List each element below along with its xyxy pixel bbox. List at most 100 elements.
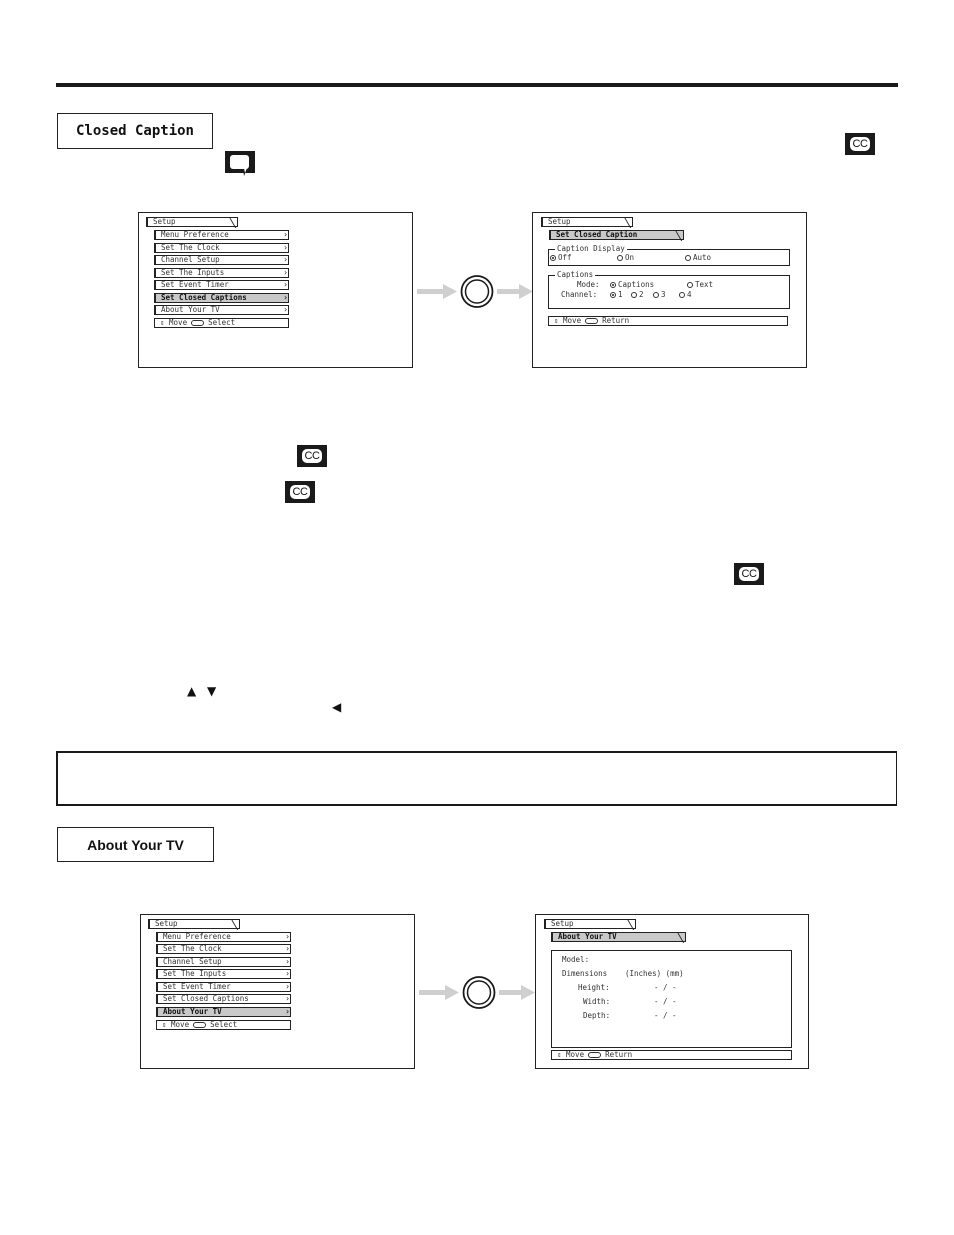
- tab-setup[interactable]: Setup: [544, 919, 636, 929]
- flow-arrow-right: [499, 985, 535, 1000]
- radio-selected-icon: [610, 292, 616, 298]
- menu-item-about-your-tv[interactable]: About Your TV ›: [156, 1007, 291, 1017]
- setup-menu-screen-about: Setup Menu Preference › Set The Clock › Ch…: [140, 914, 415, 1069]
- menu-item-channel-setup[interactable]: Channel Setup ›: [154, 255, 289, 265]
- select-button-icon: [462, 976, 496, 1009]
- chevron-right-icon: ›: [285, 969, 290, 978]
- menu-item-menu-preference[interactable]: Menu Preference ›: [154, 230, 289, 240]
- chevron-right-icon: ›: [283, 243, 288, 252]
- flow-diagram: [419, 976, 535, 1009]
- height-label: Height:: [578, 983, 610, 992]
- chevron-right-icon: ›: [285, 994, 290, 1003]
- hint-bar: ⇕ Move Return: [551, 1050, 792, 1060]
- radio-mode-captions[interactable]: Captions: [610, 280, 654, 289]
- note-box: [56, 751, 897, 806]
- move-arrows-icon: ⇕: [554, 316, 559, 325]
- setup-menu-screen-cc: Setup Menu Preference › Set The Clock › Ch…: [138, 212, 413, 368]
- radio-channel-4[interactable]: 4: [679, 290, 692, 299]
- chevron-right-icon: ›: [283, 293, 288, 302]
- radio-channel-2[interactable]: 2: [631, 290, 644, 299]
- cc-button-icon: CC: [845, 133, 875, 155]
- section-title-about-your-tv: About Your TV: [57, 827, 214, 862]
- move-arrows-icon: ⇕: [557, 1050, 562, 1059]
- chevron-right-icon: ›: [285, 982, 290, 991]
- captions-legend: Captions: [555, 270, 596, 280]
- mode-label: Mode:: [577, 280, 600, 289]
- units-label: (Inches) (mm): [625, 969, 684, 978]
- dimensions-label: Dimensions: [562, 969, 608, 978]
- tab-setup[interactable]: Setup: [148, 919, 240, 929]
- chevron-right-icon: ›: [283, 305, 288, 314]
- section-title-text: Closed Caption: [75, 123, 194, 139]
- select-button-icon: [191, 320, 205, 326]
- cc-button-icon: CC: [734, 563, 764, 585]
- width-label: Width:: [583, 997, 611, 1006]
- model-label: Model:: [562, 955, 590, 964]
- chevron-right-icon: ›: [283, 230, 288, 239]
- depth-label: Depth:: [583, 1011, 611, 1020]
- chevron-right-icon: ›: [285, 932, 290, 941]
- return-button-icon: [588, 1052, 602, 1058]
- section-title-text: About Your TV: [87, 836, 184, 853]
- radio-mode-text[interactable]: Text: [687, 280, 713, 289]
- cc-label: CC: [849, 137, 871, 151]
- menu-item-set-the-inputs[interactable]: Set The Inputs ›: [154, 268, 289, 278]
- chevron-right-icon: ›: [283, 280, 288, 289]
- cc-button-icon: CC: [285, 481, 315, 503]
- radio-empty-icon: [653, 292, 659, 298]
- width-value: - / -: [654, 997, 677, 1006]
- about-info-panel: Model: Dimensions (Inches) (mm) Height: …: [551, 950, 792, 1048]
- captions-group: Captions Mode: Captions Text Channel: 1 …: [548, 270, 790, 309]
- menu-item-menu-preference[interactable]: Menu Preference ›: [156, 932, 291, 942]
- select-button-icon: [460, 275, 494, 308]
- radio-empty-icon: [685, 255, 691, 261]
- section-title-closed-caption: Closed Caption: [57, 113, 213, 149]
- radio-empty-icon: [687, 282, 693, 288]
- flow-arrow-right: [497, 284, 533, 299]
- radio-empty-icon: [679, 292, 685, 298]
- menu-item-set-closed-captions[interactable]: Set Closed Captions ›: [154, 293, 289, 303]
- hint-bar: ⇕ Move Select: [154, 318, 289, 328]
- chevron-right-icon: ›: [285, 944, 290, 953]
- tab-setup[interactable]: Setup: [146, 217, 238, 227]
- flow-arrow-left: [417, 284, 457, 299]
- down-arrow-icon: ▼: [207, 684, 217, 698]
- left-arrow-icon: ◀: [332, 700, 342, 714]
- top-rule: [56, 83, 898, 87]
- chevron-right-icon: ›: [283, 255, 288, 264]
- tab-setup[interactable]: Setup: [541, 217, 633, 227]
- chevron-right-icon: ›: [285, 957, 290, 966]
- radio-channel-1[interactable]: 1: [610, 290, 623, 299]
- hint-bar: ⇕ Move Return: [548, 316, 788, 326]
- menu-item-set-the-clock[interactable]: Set The Clock ›: [154, 243, 289, 253]
- menu-item-set-the-inputs[interactable]: Set The Inputs ›: [156, 969, 291, 979]
- return-button-icon: [585, 318, 599, 324]
- hint-bar: ⇕ Move Select: [156, 1020, 291, 1030]
- menu-item-set-the-clock[interactable]: Set The Clock ›: [156, 944, 291, 954]
- caption-display-group: Caption Display Off On Auto: [548, 244, 790, 266]
- chevron-right-icon: ›: [285, 1007, 290, 1016]
- height-value: - / -: [654, 983, 677, 992]
- radio-auto[interactable]: Auto: [685, 253, 711, 262]
- menu-item-set-event-timer[interactable]: Set Event Timer ›: [154, 280, 289, 290]
- radio-channel-3[interactable]: 3: [653, 290, 666, 299]
- radio-selected-icon: [610, 282, 616, 288]
- chevron-right-icon: ›: [283, 268, 288, 277]
- channel-label: Channel:: [561, 290, 598, 299]
- menu-item-channel-setup[interactable]: Channel Setup ›: [156, 957, 291, 967]
- menu-item-set-event-timer[interactable]: Set Event Timer ›: [156, 982, 291, 992]
- subtab-set-closed-caption[interactable]: Set Closed Caption: [549, 230, 684, 240]
- up-arrow-icon: ▲: [187, 684, 197, 698]
- radio-on[interactable]: On: [617, 253, 634, 262]
- move-arrows-icon: ⇕: [162, 1020, 167, 1029]
- menu-item-about-your-tv[interactable]: About Your TV ›: [154, 305, 289, 315]
- radio-empty-icon: [617, 255, 623, 261]
- flow-arrow-left: [419, 985, 459, 1000]
- menu-item-set-closed-captions[interactable]: Set Closed Captions ›: [156, 994, 291, 1004]
- closed-caption-screen: Setup Set Closed Caption Caption Display…: [532, 212, 807, 368]
- radio-selected-icon: [550, 255, 556, 261]
- cc-button-icon: CC: [297, 445, 327, 467]
- speech-bubble-icon: [225, 151, 255, 176]
- radio-off[interactable]: Off: [550, 253, 572, 262]
- subtab-about-your-tv[interactable]: About Your TV: [551, 932, 686, 942]
